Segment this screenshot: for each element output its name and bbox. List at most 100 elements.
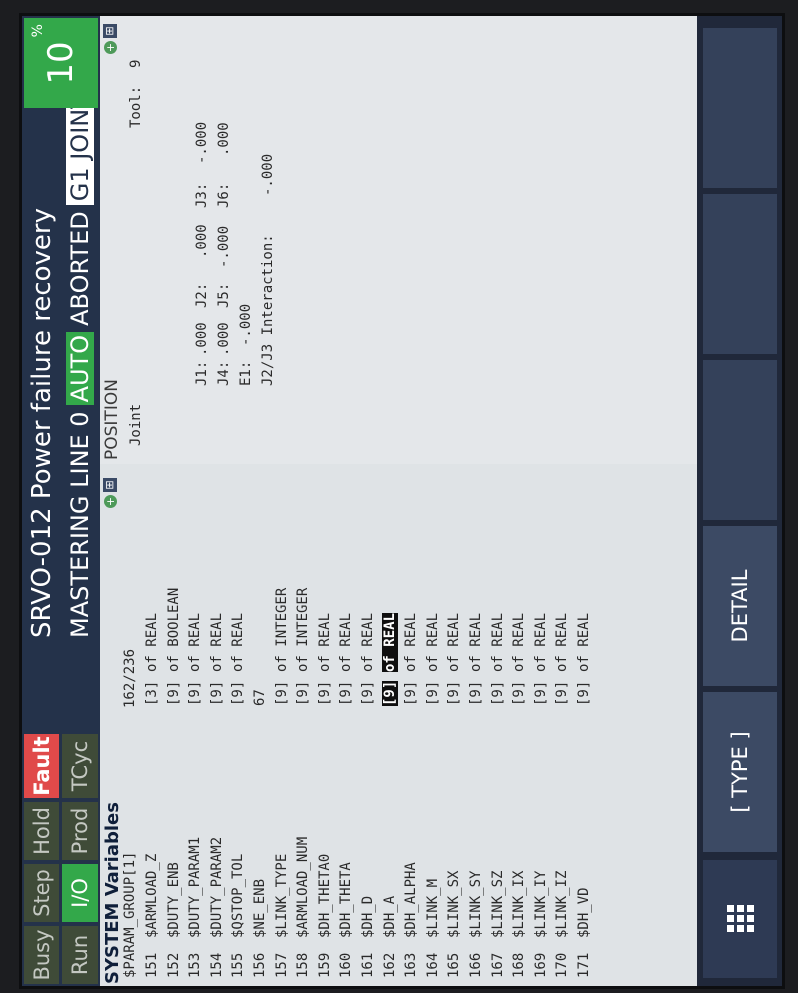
fault-indicator: Fault: [24, 734, 59, 798]
position-readout: Joint Tool: 9 J1: .000 J2: .000 J3: -.00…: [126, 26, 280, 446]
zoom-plus-icon[interactable]: +: [103, 41, 117, 54]
teach-pendant-screen: Busy Step Hold Fault Run I/O Prod TCyc S…: [22, 16, 782, 986]
j3-value: -.000: [194, 121, 210, 164]
execution-state: ABORTED: [66, 211, 94, 326]
position-counter: 162/236: [122, 648, 138, 708]
variable-dimension: [9]: [273, 680, 290, 706]
interaction-label: J2/J3 Interaction:: [260, 234, 276, 386]
variable-row-selected[interactable]: 162 $DH_A [9] of REAL: [380, 478, 402, 978]
position-pane[interactable]: POSITION + ⊞ Joint Tool: 9 J1: .000 J2: …: [100, 16, 697, 464]
variable-type: of REAL: [424, 612, 441, 672]
variable-type: of REAL: [554, 612, 571, 672]
variable-row[interactable]: 153 $DUTY_PARAM1 [9] of REAL: [185, 478, 207, 978]
variable-dimension: [9]: [511, 680, 528, 706]
variable-dimension: [9]: [467, 680, 484, 706]
variable-type: of REAL: [467, 612, 484, 672]
joint-row-2: J4: .000 J5: -.000 J6: .000: [214, 26, 236, 446]
variable-name: $LINK_IY: [532, 870, 549, 938]
variable-list: 151 $ARMLOAD_Z [3] of REAL 152 $DUTY_ENB [9] of…: [142, 478, 595, 978]
variable-row[interactable]: 163 $DH_ALPHA [9] of REAL: [401, 478, 423, 978]
alarm-message: SRVO-012 Power failure recovery: [27, 208, 57, 638]
variable-row[interactable]: 171 $DH_VD [9] of REAL: [574, 478, 596, 978]
variable-number: 162: [381, 952, 398, 978]
variable-name: $LINK_TYPE: [273, 853, 290, 938]
variable-type: of REAL: [446, 612, 463, 672]
variable-type: of REAL: [316, 612, 333, 672]
status-bar: Busy Step Hold Fault Run I/O Prod TCyc S…: [22, 16, 100, 986]
variable-number: 154: [208, 952, 225, 978]
variable-row[interactable]: 160 $DH_THETA [9] of REAL: [336, 478, 358, 978]
menu-button[interactable]: [703, 860, 777, 978]
pane-controls: + ⊞: [101, 18, 119, 54]
pane-title: POSITION: [102, 379, 122, 460]
zoom-plus-icon[interactable]: +: [103, 495, 117, 508]
e1-value: -.000: [238, 303, 254, 346]
variable-row[interactable]: 156 $NE_ENB 67: [250, 478, 272, 978]
f2-detail-button[interactable]: DETAIL: [703, 526, 777, 686]
variable-type: of REAL: [403, 612, 420, 672]
pane-title: SYSTEM Variables: [102, 802, 123, 984]
variable-row[interactable]: 165 $LINK_SX [9] of REAL: [444, 478, 466, 978]
variable-number: 157: [273, 952, 290, 978]
variable-row[interactable]: 158 $ARMLOAD_NUM [9] of INTEGER: [293, 478, 315, 978]
interaction-value: -.000: [260, 153, 276, 196]
variable-dimension: [9]: [489, 680, 506, 706]
j3-label: J3:: [194, 182, 210, 208]
variable-name: $DUTY_PARAM1: [187, 836, 204, 938]
maximize-icon[interactable]: ⊞: [103, 478, 117, 492]
variable-number: 168: [511, 952, 528, 978]
variable-row[interactable]: 154 $DUTY_PARAM2 [9] of REAL: [207, 478, 229, 978]
variable-type: of REAL: [338, 612, 355, 672]
j2-value: .000: [194, 224, 210, 258]
variable-row[interactable]: 169 $LINK_IY [9] of REAL: [531, 478, 553, 978]
f3-button[interactable]: [703, 360, 777, 520]
variable-row[interactable]: 161 $DH_D [9] of REAL: [358, 478, 380, 978]
speed-override[interactable]: 10 %: [24, 18, 98, 108]
variable-number: 151: [144, 952, 160, 978]
variable-row[interactable]: 170 $LINK_IZ [9] of REAL: [552, 478, 574, 978]
variable-row[interactable]: 155 $QSTOP_TOL [9] of REAL: [228, 478, 250, 978]
variable-row[interactable]: 166 $LINK_SY [9] of REAL: [466, 478, 488, 978]
variable-row[interactable]: 167 $LINK_SZ [9] of REAL: [488, 478, 510, 978]
variable-number: 165: [446, 952, 463, 978]
override-unit: %: [30, 24, 46, 38]
j4-value: .000: [216, 322, 232, 356]
variable-type: of REAL: [532, 612, 549, 672]
maximize-icon[interactable]: ⊞: [103, 24, 117, 38]
variable-type: of BOOLEAN: [165, 587, 182, 672]
variable-number: 159: [316, 952, 333, 978]
variable-row[interactable]: 164 $LINK_M [9] of REAL: [423, 478, 445, 978]
prod-indicator: Prod: [62, 802, 98, 860]
variable-dimension: 67: [251, 689, 268, 706]
interaction-row: J2/J3 Interaction: -.000: [258, 26, 280, 446]
f1-type-button[interactable]: [ TYPE ]: [703, 692, 777, 852]
variable-type: of INTEGER: [295, 587, 312, 672]
variable-row[interactable]: 168 $LINK_IX [9] of REAL: [509, 478, 531, 978]
variable-row[interactable]: 157 $LINK_TYPE [9] of INTEGER: [272, 478, 294, 978]
variable-row[interactable]: 152 $DUTY_ENB [9] of BOOLEAN: [164, 478, 186, 978]
variable-dimension: [9]: [187, 680, 204, 706]
variable-dimension: [9]: [424, 680, 441, 706]
system-variables-pane[interactable]: SYSTEM Variables + ⊞ $PARAM_GROUP[1] 162…: [100, 468, 697, 986]
variable-dimension: [9]: [295, 680, 312, 706]
frame-line: Joint Tool: 9: [126, 26, 148, 446]
j1-label: J1:: [194, 360, 210, 386]
variables-header: $PARAM_GROUP[1] 162/236: [122, 478, 140, 978]
variable-dimension: [9]: [316, 680, 333, 706]
override-value: 10: [41, 41, 81, 85]
e1-label: E1:: [238, 360, 254, 386]
f4-button[interactable]: [703, 194, 777, 354]
variable-dimension: [9]: [554, 680, 571, 706]
variable-dimension: [9]: [403, 680, 420, 706]
variable-type: of REAL: [144, 612, 160, 672]
variable-dimension: [9]: [208, 680, 225, 706]
variable-row[interactable]: 159 $DH_THETA0 [9] of REAL: [315, 478, 337, 978]
busy-indicator: Busy: [24, 926, 59, 984]
variable-row[interactable]: 151 $ARMLOAD_Z [3] of REAL: [142, 478, 164, 978]
ext-axis-row: E1: -.000: [236, 26, 258, 446]
variable-number: 153: [187, 952, 204, 978]
j6-value: .000: [216, 122, 232, 156]
f5-button[interactable]: [703, 28, 777, 188]
variable-dimension: [3]: [144, 680, 160, 706]
